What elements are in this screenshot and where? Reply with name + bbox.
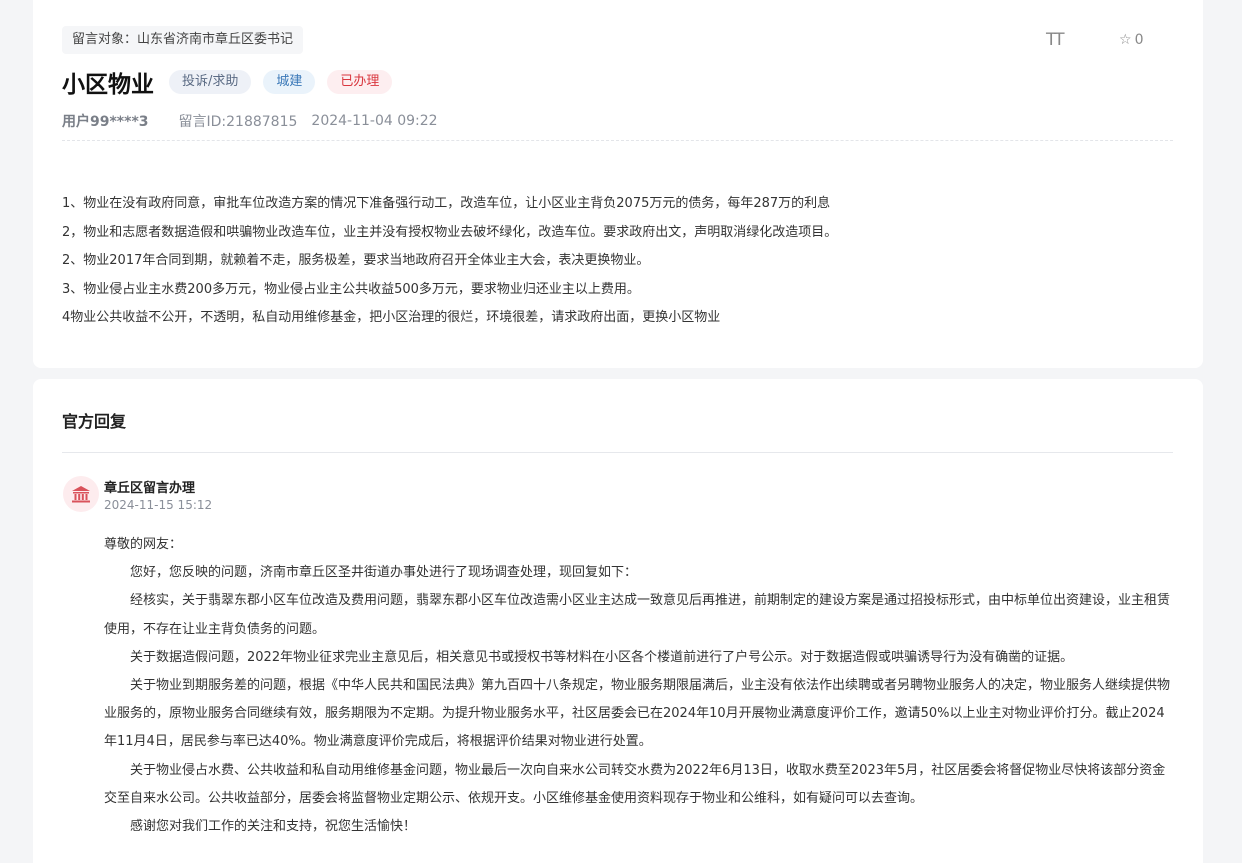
status-badge: 已办理 [327, 70, 393, 94]
reply-paragraph: 关于物业侵占水费、公共收益和私自动用维修基金问题，物业最后一次向自来水公司转交水… [104, 762, 1166, 806]
message-card: 留言对象：山东省济南市章丘区委书记 TT ☆ 0 小区物业 投诉/求助 城建 已… [33, 0, 1203, 368]
content-line: 1、物业在没有政府同意，审批车位改造方案的情况下准备强行动工，改造车位，让小区业… [62, 196, 831, 211]
divider [62, 452, 1173, 453]
title-row: 小区物业 投诉/求助 城建 已办理 [62, 66, 404, 98]
reply-body: 尊敬的网友： 您好，您反映的问题，济南市章丘区圣井街道办事处进行了现场调查处理，… [104, 531, 1174, 841]
reply-datetime: 2024-11-15 15:12 [104, 498, 213, 512]
reply-heading: 官方回复 [62, 412, 127, 431]
font-size-toggle-button[interactable]: TT [1046, 30, 1065, 50]
message-meta: 用户99****3 留言ID:21887815 2024-11-04 09:22 [62, 111, 438, 131]
favorite-button[interactable]: ☆ 0 [1119, 32, 1143, 48]
star-outline-icon: ☆ [1119, 32, 1132, 48]
content-line: 2，物业和志愿者数据造假和哄骗物业改造车位，业主并没有授权物业去破坏绿化，改造车… [62, 224, 838, 240]
message-id: 留言ID:21887815 [178, 114, 298, 130]
reply-paragraph: 您好，您反映的问题，济南市章丘区圣井街道办事处进行了现场调查处理，现回复如下： [130, 565, 638, 581]
avatar [63, 476, 99, 512]
author-name: 用户99****3 [62, 114, 149, 130]
reply-paragraph: 关于数据造假问题，2022年物业征求完业主意见后，相关意见书或授权书等材料在小区… [130, 649, 1074, 665]
official-reply-card: 官方回复 章丘区留言办理 2024-11-15 15:12 尊敬的网友： 您好，… [33, 379, 1203, 863]
reply-paragraph: 经核实，关于翡翠东郡小区车位改造及费用问题，翡翠东郡小区车位改造需小区业主达成一… [104, 593, 1171, 637]
message-target-label: 留言对象：山东省济南市章丘区委书记 [62, 26, 304, 54]
reply-org-name: 章丘区留言办理 [104, 481, 196, 496]
favorite-count: 0 [1134, 32, 1144, 48]
message-title: 小区物业 [62, 72, 154, 98]
content-line: 2、物业2017年合同到期，就赖着不走，服务极差，要求当地政府召开全体业主大会，… [62, 253, 650, 268]
reply-paragraph: 感谢您对我们工作的关注和支持，祝您生活愉快！ [130, 819, 417, 835]
message-content: 1、物业在没有政府同意，审批车位改造方案的情况下准备强行动工，改造车位，让小区业… [62, 190, 1173, 333]
reply-paragraph: 关于物业到期服务差的问题，根据《中华人民共和国民法典》第九百四十八条规定，物业服… [104, 678, 1171, 750]
reply-salutation: 尊敬的网友： [104, 537, 183, 552]
message-datetime: 2024-11-04 09:22 [311, 113, 438, 129]
category-tag: 城建 [263, 70, 316, 94]
content-line: 4物业公共收益不公开，不透明，私自动用维修基金，把小区治理的很烂，环境很差，请求… [62, 310, 721, 325]
text-size-icon: TT [1046, 30, 1065, 50]
divider [62, 140, 1173, 141]
content-line: 3、物业侵占业主水费200多万元，物业侵占业主公共收益500多万元，要求物业归还… [62, 281, 640, 297]
government-building-icon [72, 486, 90, 503]
type-tag: 投诉/求助 [169, 70, 252, 94]
